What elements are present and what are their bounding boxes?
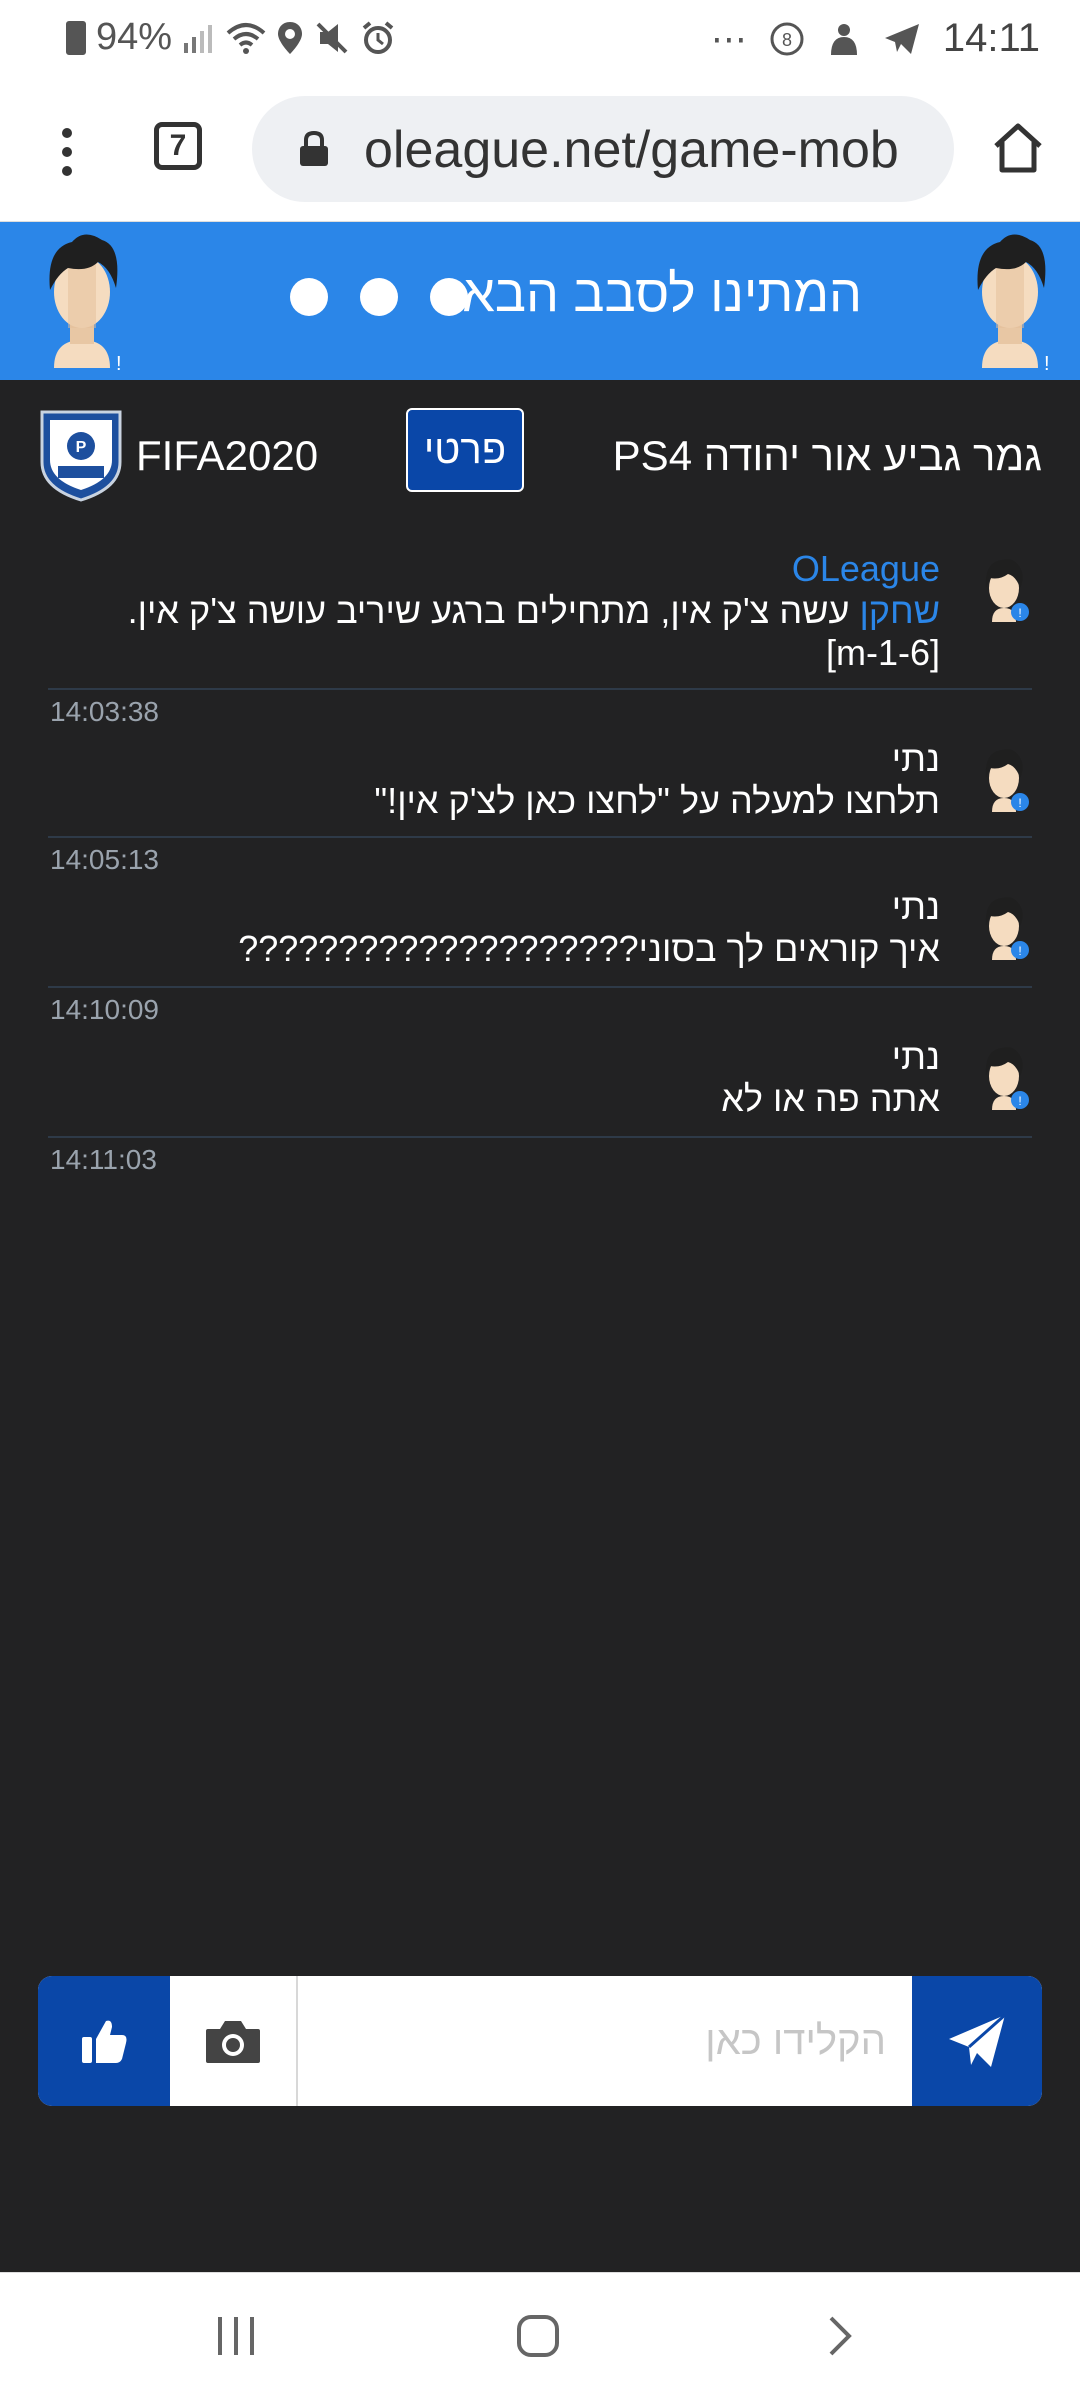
svg-text:!: ! xyxy=(1018,1094,1021,1108)
chat-message: ! נתי איך קוראים לך בסוני???????????????… xyxy=(48,886,1032,988)
url-text: oleague.net/game-mob xyxy=(364,121,899,179)
player-link[interactable]: שחקן xyxy=(859,590,940,631)
message-text-body: עשה צ'ק אין, מתחילים ברגע שיריב עושה צ'ק… xyxy=(127,590,860,631)
chat-message: ! נתי תלחצו למעלה על "לחצו כאן לצ'ק אין!… xyxy=(48,738,1032,838)
svg-text:!: ! xyxy=(1044,353,1050,375)
loading-dots xyxy=(290,278,468,316)
loading-dot xyxy=(430,278,468,316)
system-nav-bar xyxy=(0,2272,1080,2400)
browser-menu-icon[interactable] xyxy=(60,128,74,176)
message-time: 14:05:13 xyxy=(50,844,159,875)
sync-icon: 8 xyxy=(770,22,804,55)
message-time: 14:10:09 xyxy=(50,994,159,1025)
location-icon xyxy=(278,21,303,54)
app-icon xyxy=(830,23,857,55)
signal-icon xyxy=(184,24,213,53)
status-time: 14:11 xyxy=(942,16,1040,60)
message-time: 14:03:38 xyxy=(50,696,159,727)
home-nav-icon xyxy=(517,2315,559,2357)
chat-message: ! נתי אתה פה או לא xyxy=(48,1036,1032,1138)
user-avatar: ! xyxy=(985,897,1029,960)
match-title: גמר גביע אור יהודה PS4 xyxy=(612,432,1042,479)
message-text: שחקן עשה צ'ק אין, מתחילים ברגע שיריב עוש… xyxy=(60,590,940,632)
message-sender[interactable]: OLeague xyxy=(60,548,940,590)
user-avatar: ! xyxy=(985,1047,1029,1110)
tab-count: 7 xyxy=(169,129,187,162)
browser-toolbar: 7 oleague.net/game-mob xyxy=(0,80,1080,222)
waiting-status: המתינו לסבב הבא xyxy=(462,265,862,323)
message-sender: נתי xyxy=(891,1036,940,1077)
message-text: אתה פה או לא xyxy=(721,1078,940,1119)
send-button[interactable] xyxy=(912,1976,1042,2106)
battery-icon xyxy=(66,20,86,55)
svg-text:P: P xyxy=(76,439,87,456)
more-icon: ⋯ xyxy=(710,17,747,59)
mute-icon xyxy=(316,22,348,53)
message-body: נתי איך קוראים לך בסוני?????????????????… xyxy=(60,886,940,970)
telegram-icon xyxy=(884,23,919,54)
message-sender: נתי xyxy=(891,886,940,927)
battery-percent: 94% xyxy=(96,16,173,58)
svg-text:!: ! xyxy=(1018,606,1021,620)
home-button[interactable] xyxy=(508,2311,568,2361)
user-avatar: ! xyxy=(985,559,1029,622)
status-left: 94% xyxy=(66,16,396,59)
back-button[interactable] xyxy=(810,2311,870,2361)
status-bar: 94% ⋯ 8 14:11 xyxy=(0,0,1080,80)
wifi-icon xyxy=(226,22,266,54)
camera-icon xyxy=(206,2021,260,2063)
like-button[interactable] xyxy=(38,1976,170,2106)
alarm-icon xyxy=(362,20,394,54)
loading-dot xyxy=(290,278,328,316)
tabs-button[interactable]: 7 xyxy=(154,122,202,170)
user-avatar: ! xyxy=(985,749,1029,812)
playstation-league-logo: P xyxy=(40,410,122,502)
back-icon xyxy=(829,2316,852,2356)
player-avatar-left: ! xyxy=(49,234,122,375)
loading-dot xyxy=(360,278,398,316)
message-time: 14:11:03 xyxy=(50,1144,157,1175)
svg-text:!: ! xyxy=(116,353,122,375)
chat-message: ! OLeague שחקן עשה צ'ק אין, מתחילים ברגע… xyxy=(48,548,1032,690)
message-body: OLeague שחקן עשה צ'ק אין, מתחילים ברגע ש… xyxy=(60,548,940,674)
match-info: P FIFA2020 פרטי גמר גביע אור יהודה PS4 xyxy=(0,380,1080,530)
address-bar[interactable]: oleague.net/game-mob xyxy=(252,96,954,202)
message-body: נתי אתה פה או לא xyxy=(60,1036,940,1120)
message-composer xyxy=(38,1976,1042,2106)
player-avatar-right: ! xyxy=(977,234,1050,375)
game-name: FIFA2020 xyxy=(136,432,319,479)
message-input[interactable] xyxy=(300,1976,912,2106)
send-icon xyxy=(949,2013,1006,2067)
status-right: ⋯ 8 14:11 xyxy=(711,16,1040,61)
svg-text:!: ! xyxy=(1018,796,1021,810)
thumbs-up-icon xyxy=(82,2020,127,2063)
private-label: פרטי xyxy=(423,427,507,472)
svg-text:8: 8 xyxy=(782,30,792,50)
recent-apps-icon xyxy=(218,2317,254,2355)
svg-text:!: ! xyxy=(1018,944,1021,958)
home-icon[interactable] xyxy=(990,120,1046,176)
message-text: איך קוראים לך בסוני???????????????????? xyxy=(238,928,940,969)
camera-button[interactable] xyxy=(170,1976,298,2106)
message-body: נתי תלחצו למעלה על "לחצו כאן לצ'ק אין!" xyxy=(60,738,940,822)
game-status-bar: ! המתינו לסבב הבא ! xyxy=(0,222,1080,380)
recent-apps-button[interactable] xyxy=(206,2311,266,2361)
message-code: [m-1-6] xyxy=(825,632,940,673)
message-text: תלחצו למעלה על "לחצו כאן לצ'ק אין!" xyxy=(374,780,940,821)
message-sender: נתי xyxy=(891,738,940,779)
private-button[interactable]: פרטי xyxy=(406,408,524,492)
lock-icon xyxy=(300,130,328,166)
